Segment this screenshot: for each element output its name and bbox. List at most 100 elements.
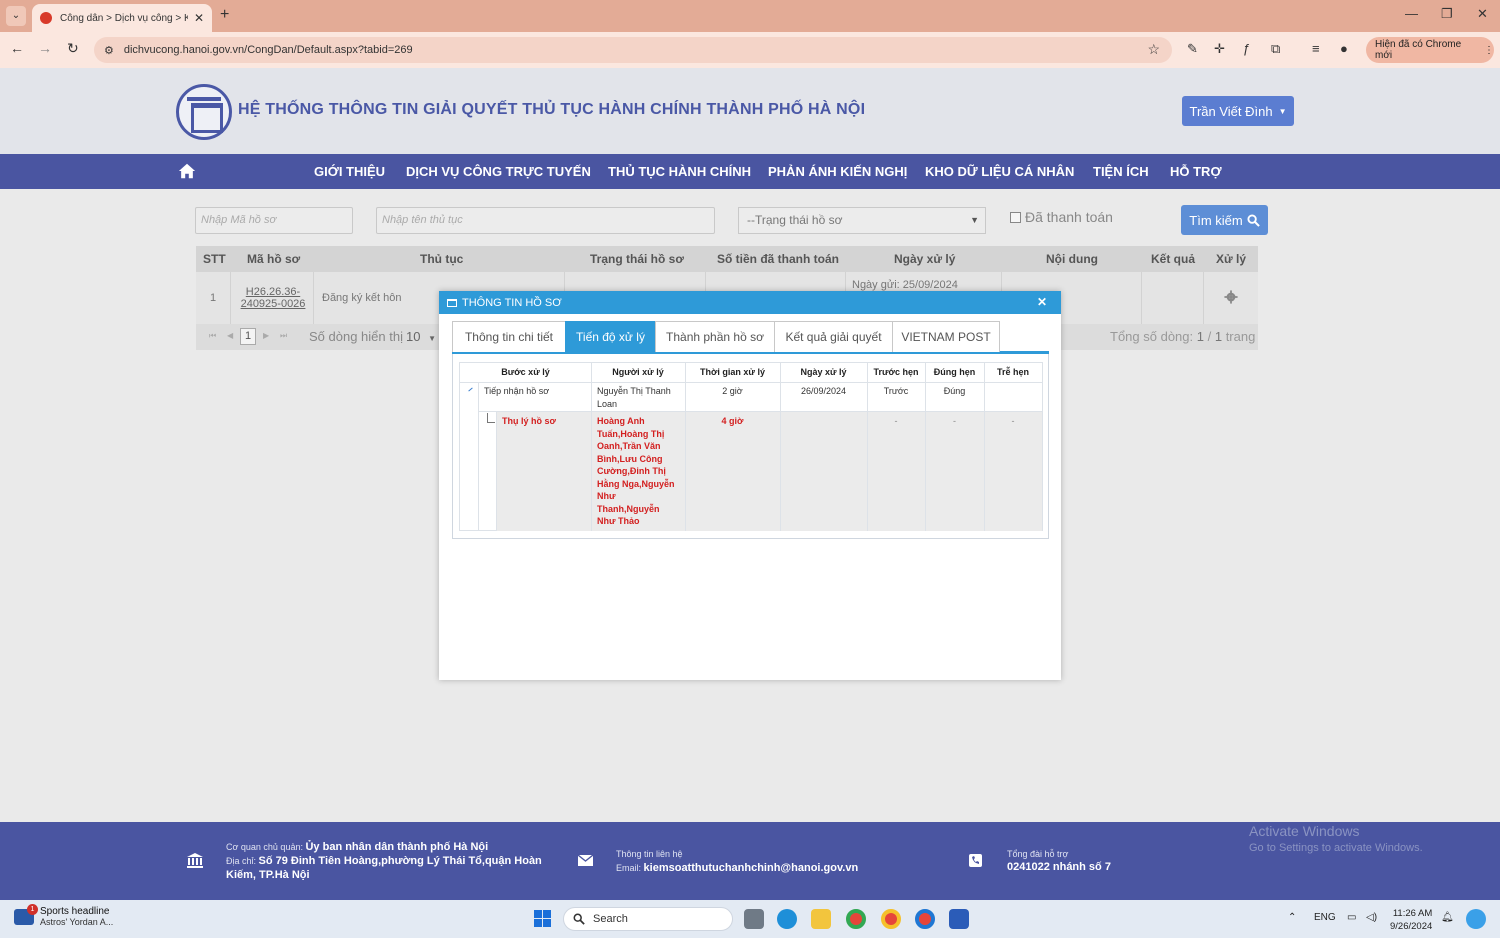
step-2-handler: Hoàng Anh Tuấn,Hoàng Thị Oanh,Trần Văn B…: [597, 415, 685, 528]
restore-button[interactable]: ❐: [1441, 6, 1453, 22]
email-info: Email: kiemsoatthutuchanhchinh@hanoi.gov…: [616, 862, 858, 874]
step-2-early: -: [894, 416, 898, 426]
paid-checkbox[interactable]: Đã thanh toán: [1010, 209, 1113, 225]
page-number-input[interactable]: 1: [240, 328, 256, 345]
col-stt: STT: [203, 252, 226, 266]
handler-line: Thanh,Nguyễn: [597, 503, 660, 514]
word-icon[interactable]: [949, 909, 969, 929]
browser-tabstrip: ⌄ Công dân > Dịch vụ công > Kh ✕ + — ❐ ✕: [0, 0, 1500, 32]
eyedropper-icon[interactable]: ✎: [1187, 41, 1198, 57]
step-1-early: Trước: [883, 386, 909, 396]
network-icon[interactable]: ▭: [1347, 912, 1356, 923]
handler-line: Hoàng Anh: [597, 416, 645, 426]
windows-start-icon[interactable]: [534, 910, 551, 927]
first-page-icon[interactable]: ⏮: [209, 331, 216, 341]
rows-select[interactable]: 10 ▼: [406, 329, 436, 344]
hanoi-logo[interactable]: [176, 84, 232, 140]
browser-tab[interactable]: Công dân > Dịch vụ công > Kh ✕: [32, 4, 212, 32]
tray-chevron-icon[interactable]: ⌃: [1288, 912, 1296, 923]
bookmark-star-icon[interactable]: ☆: [1147, 41, 1160, 58]
tab-tien-do-xu-ly[interactable]: Tiến độ xử lý: [565, 321, 656, 352]
tab-close-icon[interactable]: ✕: [194, 11, 204, 25]
nav-kho-du-lieu[interactable]: KHO DỮ LIỆU CÁ NHÂN: [925, 164, 1074, 179]
language-indicator[interactable]: ENG: [1314, 912, 1336, 923]
nav-dich-vu-cong[interactable]: DỊCH VỤ CÔNG TRỰC TUYẾN: [406, 164, 591, 179]
chrome-active-icon[interactable]: [881, 909, 901, 929]
user-name: Trần Viết Đình: [1189, 103, 1273, 119]
profile-icon[interactable]: ●: [1340, 41, 1348, 56]
last-page-icon[interactable]: ⏭: [280, 331, 287, 341]
minimize-button[interactable]: —: [1405, 6, 1418, 21]
col-divider: [230, 272, 231, 324]
home-icon[interactable]: [178, 162, 196, 180]
agency-label: Cơ quan chủ quản:: [226, 842, 303, 852]
reload-icon[interactable]: ↻: [67, 40, 79, 57]
window-icon: [447, 298, 457, 307]
address-bar[interactable]: ⚙ dichvucong.hanoi.gov.vn/CongDan/Defaul…: [94, 37, 1172, 63]
nav-ho-tro[interactable]: HỖ TRỢ: [1170, 164, 1222, 179]
agency-value: Ủy ban nhân dân thành phố Hà Nội: [305, 841, 489, 853]
back-icon[interactable]: ←: [10, 40, 24, 56]
tab-search-button[interactable]: ⌄: [6, 6, 26, 26]
chrome-update-button[interactable]: Hiện đã có Chrome mới ⋮: [1366, 37, 1494, 63]
row-procedure: Đăng ký kết hôn: [322, 292, 402, 304]
file-explorer-icon[interactable]: [811, 909, 831, 929]
tab-thong-tin-chi-tiet[interactable]: Thông tin chi tiết: [452, 321, 566, 352]
chrome-profile-icon[interactable]: [915, 909, 935, 929]
news-widget[interactable]: Sports headline Astros' Yordan A...: [14, 903, 113, 927]
status-select-value: --Trạng thái hồ sơ: [747, 213, 843, 227]
search-icon: [573, 913, 585, 925]
close-window-button[interactable]: ✕: [1477, 6, 1488, 22]
extensions-icon[interactable]: ⧉: [1271, 41, 1280, 57]
status-select[interactable]: --Trạng thái hồ sơ ▼: [738, 207, 986, 234]
chrome-icon[interactable]: [846, 909, 866, 929]
checkbox-box[interactable]: [1010, 211, 1021, 223]
taskbar-clock[interactable]: 11:26 AM 9/26/2024: [1390, 907, 1432, 933]
edge-icon[interactable]: [777, 909, 797, 929]
site-favicon-icon: [40, 12, 52, 24]
nav-phan-anh[interactable]: PHẢN ÁNH KIẾN NGHỊ: [768, 164, 907, 179]
email-value[interactable]: kiemsoatthutuchanhchinh@hanoi.gov.vn: [644, 862, 859, 874]
font-extension-icon[interactable]: ƒ: [1243, 41, 1250, 56]
handler-line: Bình,Lưu Công: [597, 453, 663, 464]
nav-gioi-thieu[interactable]: GIỚI THIỆU: [314, 164, 385, 179]
browser-toolbar: ← → ↻ ⚙ dichvucong.hanoi.gov.vn/CongDan/…: [0, 32, 1500, 68]
search-button[interactable]: Tìm kiếm: [1181, 205, 1268, 235]
th-ontime: Đúng hẹn: [933, 367, 976, 377]
reading-list-icon[interactable]: ≡: [1312, 41, 1320, 56]
envelope-icon: [578, 855, 593, 866]
record-code-input[interactable]: Nhập Mã hồ sơ: [195, 207, 353, 234]
user-menu-button[interactable]: Trần Viết Đình ▼: [1182, 96, 1294, 126]
address-info-2: Kiếm, TP.Hà Nội: [226, 869, 310, 881]
grid-line: [478, 411, 1042, 412]
gear-icon[interactable]: [1224, 290, 1238, 304]
tab-thanh-phan-ho-so[interactable]: Thành phần hồ sơ: [655, 321, 775, 352]
nav-thu-tuc[interactable]: THỦ TỤC HÀNH CHÍNH: [608, 164, 751, 179]
volume-icon[interactable]: ◁): [1366, 912, 1377, 923]
th-date: Ngày xử lý: [800, 367, 847, 377]
procedure-name-input[interactable]: Nhập tên thủ tục: [376, 207, 715, 234]
tab-vietnam-post[interactable]: VIETNAM POST: [892, 321, 1000, 352]
tab-ket-qua-giai-quyet[interactable]: Kết quả giải quyết: [774, 321, 893, 352]
move-icon[interactable]: ✛: [1214, 41, 1225, 57]
search-icon: [1247, 213, 1260, 227]
news-icon: [14, 903, 38, 925]
row-date: Ngày gửi: 25/09/2024: [852, 279, 958, 291]
tree-collapse-icon[interactable]: [468, 387, 473, 392]
new-tab-button[interactable]: +: [220, 6, 229, 24]
modal-close-icon[interactable]: ✕: [1037, 295, 1047, 309]
taskbar-search[interactable]: Search: [563, 907, 733, 931]
forward-icon[interactable]: →: [38, 40, 52, 56]
clock-time: 11:26 AM: [1392, 908, 1433, 919]
task-view-icon[interactable]: [744, 909, 764, 929]
grid-line: [478, 382, 479, 531]
prev-page-icon[interactable]: ◀: [227, 331, 233, 340]
record-code-link[interactable]: H26.26.36- 240925-0026: [236, 286, 310, 310]
nav-tien-ich[interactable]: TIỆN ÍCH: [1093, 164, 1149, 179]
handler-line: Cường,Đinh Thị: [597, 466, 666, 476]
notification-bell-icon[interactable]: 🔔︎: [1441, 912, 1454, 923]
site-info-icon[interactable]: ⚙: [104, 44, 114, 57]
copilot-icon[interactable]: [1466, 909, 1486, 929]
step-1-duration: 2 giờ: [722, 386, 743, 396]
next-page-icon[interactable]: ▶: [263, 331, 269, 340]
